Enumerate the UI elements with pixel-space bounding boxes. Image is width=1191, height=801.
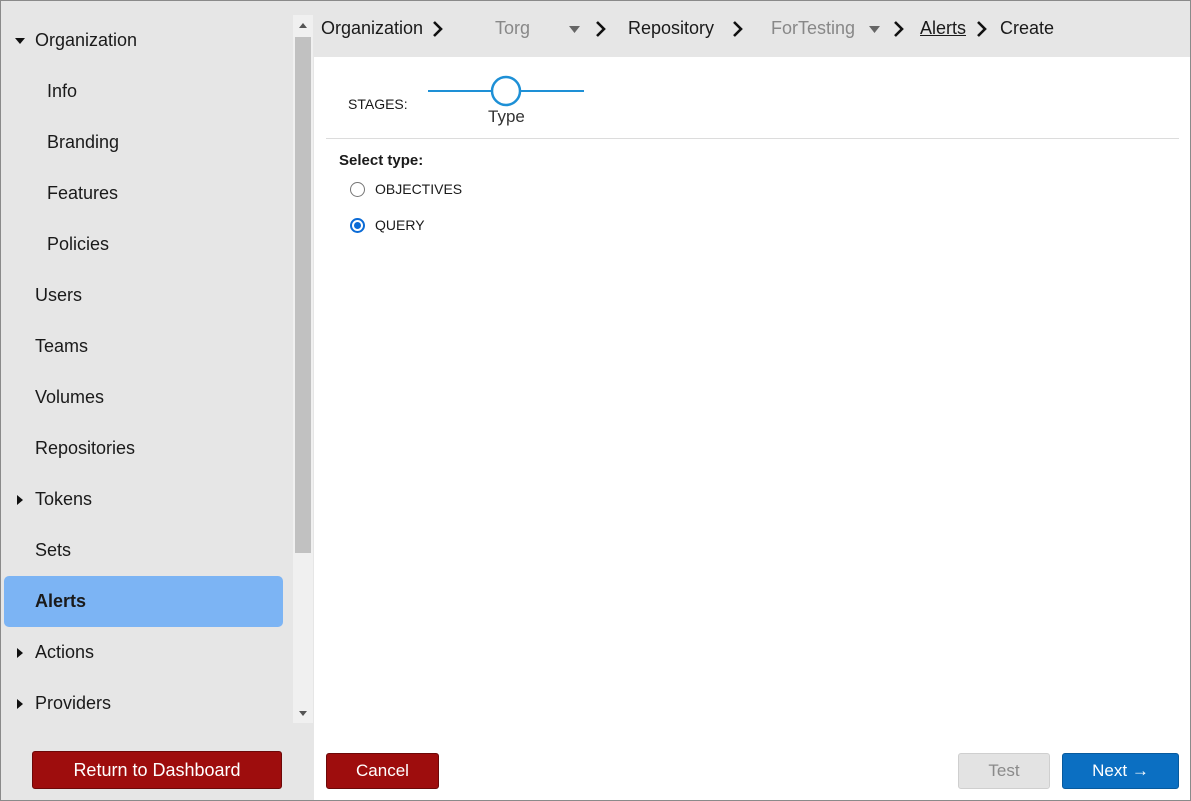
sidebar-item-sets[interactable]: Sets xyxy=(0,525,292,576)
chevron-right-icon xyxy=(894,21,904,37)
sidebar-item-actions[interactable]: Actions xyxy=(0,627,292,678)
sidebar-item-label: Policies xyxy=(47,234,110,254)
repo-select-value[interactable]: ForTesting xyxy=(771,18,855,39)
sidebar-item-label: Actions xyxy=(35,642,95,662)
sidebar-item-alerts[interactable]: Alerts xyxy=(4,576,283,627)
sidebar-item-label: Teams xyxy=(35,336,89,356)
chevron-right-icon xyxy=(977,21,987,37)
sidebar-item-label: Tokens xyxy=(35,489,93,509)
sidebar-item-label: Repositories xyxy=(35,438,136,458)
sidebar: Organization Info Branding Features Poli… xyxy=(0,0,314,801)
sidebar-item-label: Alerts xyxy=(35,591,87,611)
next-button[interactable]: Next → xyxy=(1062,753,1179,789)
sidebar-item-users[interactable]: Users xyxy=(0,270,292,321)
breadcrumb-create: Create xyxy=(1000,18,1055,38)
sidebar-item-volumes[interactable]: Volumes xyxy=(0,372,292,423)
caret-right-icon[interactable] xyxy=(14,494,26,506)
caret-down-icon[interactable] xyxy=(14,35,26,47)
sidebar-item-repositories[interactable]: Repositories xyxy=(0,423,292,474)
divider xyxy=(326,138,1179,139)
caret-right-icon[interactable] xyxy=(14,698,26,710)
sidebar-item-label: Sets xyxy=(35,540,72,560)
chevron-right-icon xyxy=(596,21,606,37)
sidebar-item-label: Branding xyxy=(47,132,120,152)
sidebar-item-tokens[interactable]: Tokens xyxy=(0,474,292,525)
sidebar-item-policies[interactable]: Policies xyxy=(0,219,292,270)
test-button[interactable]: Test xyxy=(958,753,1050,789)
sidebar-item-features[interactable]: Features xyxy=(0,168,292,219)
cancel-button[interactable]: Cancel xyxy=(326,753,439,789)
radio-label: OBJECTIVES xyxy=(375,181,463,197)
sidebar-item-label: Info xyxy=(47,81,78,101)
sidebar-item-info[interactable]: Info xyxy=(0,66,292,117)
sidebar-item-organization[interactable]: Organization xyxy=(0,15,292,66)
dropdown-arrow-icon[interactable] xyxy=(869,26,880,33)
dropdown-arrow-icon[interactable] xyxy=(569,26,580,33)
return-to-dashboard-button[interactable]: Return to Dashboard xyxy=(32,751,282,789)
sidebar-scrollbar[interactable] xyxy=(293,15,313,723)
breadcrumb-organization[interactable]: Organization xyxy=(321,18,423,39)
scroll-down-icon[interactable] xyxy=(293,705,313,721)
sidebar-item-branding[interactable]: Branding xyxy=(0,117,292,168)
breadcrumb: Organization Torg Repository ForTesting … xyxy=(314,0,1191,57)
chevron-right-icon xyxy=(433,21,443,37)
scrollbar-thumb[interactable] xyxy=(295,37,311,553)
sidebar-item-label: Features xyxy=(47,183,119,203)
sidebar-item-label: Users xyxy=(35,285,83,305)
stages-label: STAGES: xyxy=(348,96,408,112)
sidebar-item-label: Organization xyxy=(35,30,138,50)
radio-objectives[interactable] xyxy=(350,181,365,197)
sidebar-item-label: Providers xyxy=(35,693,112,713)
org-select-value[interactable]: Torg xyxy=(495,18,530,39)
sidebar-item-teams[interactable]: Teams xyxy=(0,321,292,372)
radio-query[interactable] xyxy=(350,217,365,233)
scroll-up-icon[interactable] xyxy=(293,17,313,33)
radio-option-query[interactable]: QUERY xyxy=(350,217,425,233)
breadcrumb-alerts-link[interactable]: Alerts xyxy=(920,18,966,39)
sidebar-nav: Organization Info Branding Features Poli… xyxy=(0,15,292,729)
radio-label: QUERY xyxy=(375,217,425,233)
chevron-right-icon xyxy=(733,21,743,37)
sidebar-item-providers[interactable]: Providers xyxy=(0,678,292,729)
select-type-label: Select type: xyxy=(339,152,424,169)
stage-name-type: Type xyxy=(488,107,525,126)
breadcrumb-repository[interactable]: Repository xyxy=(628,18,714,39)
sidebar-item-label: Volumes xyxy=(35,387,105,407)
radio-option-objectives[interactable]: OBJECTIVES xyxy=(350,181,462,197)
stage-progress-indicator xyxy=(428,75,584,107)
caret-right-icon[interactable] xyxy=(14,647,26,659)
